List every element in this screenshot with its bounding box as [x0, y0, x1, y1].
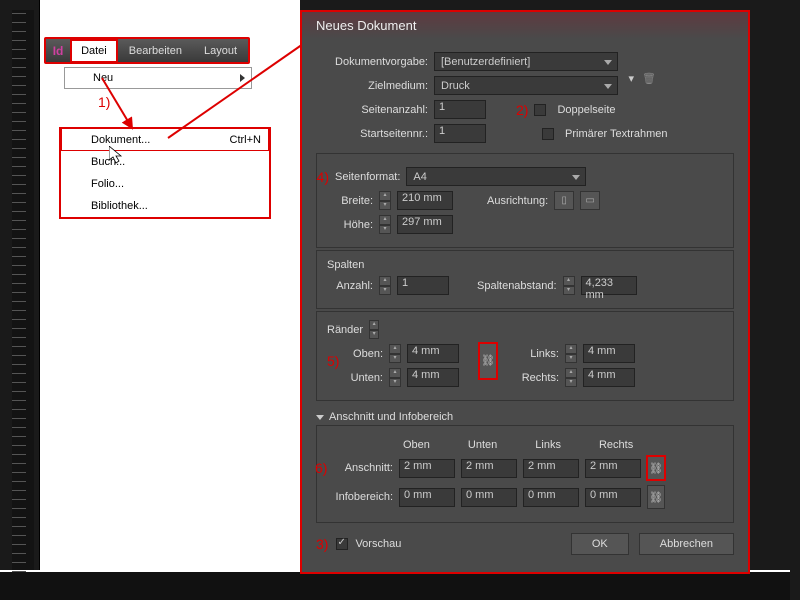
submenu-item-shortcut: Ctrl+N: [230, 134, 261, 146]
slug-top-input[interactable]: 0 mm: [399, 488, 455, 507]
preview-checkbox[interactable]: [336, 538, 348, 550]
width-label: Breite:: [327, 195, 373, 207]
orientation-portrait-icon[interactable]: ▯: [554, 191, 574, 210]
startpage-input[interactable]: 1: [434, 124, 486, 143]
save-preset-icon[interactable]: ▾: [629, 72, 635, 85]
annotation-2: 2): [516, 102, 528, 118]
slug-label: Infobereich:: [327, 491, 393, 503]
submenu-item-label: Buch...: [91, 156, 125, 168]
bleed-left-input[interactable]: 2 mm: [523, 459, 579, 478]
submenu-item-document[interactable]: Dokument... Ctrl+N: [61, 128, 269, 151]
bleed-section-toggle[interactable]: Anschnitt und Infobereich: [316, 411, 734, 423]
annotation-3: 3): [316, 536, 328, 552]
facing-checkbox[interactable]: [534, 104, 546, 116]
margins-section-stepper[interactable]: ▴▾: [369, 320, 379, 339]
margin-left-stepper[interactable]: ▴▾: [565, 344, 577, 363]
menu-edit[interactable]: Bearbeiten: [118, 39, 193, 63]
height-input[interactable]: 297 mm: [397, 215, 453, 234]
col-right: Rechts: [599, 439, 633, 451]
menu-file-new-label: Neu: [93, 72, 113, 84]
margin-right-label: Rechts:: [491, 372, 559, 384]
primary-frame-checkbox[interactable]: [542, 128, 554, 140]
slug-bottom-input[interactable]: 0 mm: [461, 488, 517, 507]
submenu-item-label: Dokument...: [91, 134, 150, 146]
col-left: Links: [535, 439, 561, 451]
intent-dropdown[interactable]: Druck: [434, 76, 618, 95]
submenu-new: Dokument... Ctrl+N Buch... Folio... Bibl…: [59, 127, 271, 219]
cancel-button[interactable]: Abbrechen: [639, 533, 734, 555]
col-top: Oben: [403, 439, 430, 451]
pages-input[interactable]: 1: [434, 100, 486, 119]
margins-section-title: Ränder: [327, 324, 363, 336]
annotation-4: 4): [309, 169, 329, 185]
margins-link-icon[interactable]: ⛓: [479, 343, 497, 379]
margin-right-input[interactable]: 4 mm: [583, 368, 635, 387]
dialog-title-bar: Neues Dokument: [302, 12, 748, 39]
format-label: Seitenformat:: [335, 171, 400, 183]
format-dropdown[interactable]: A4: [406, 167, 586, 186]
gutter-stepper[interactable]: ▴▾: [563, 276, 575, 295]
bleed-right-input[interactable]: 2 mm: [585, 459, 641, 478]
slug-link-icon[interactable]: ⛓: [647, 485, 665, 509]
orientation-label: Ausrichtung:: [487, 195, 548, 207]
height-stepper[interactable]: ▴▾: [379, 215, 391, 234]
height-label: Höhe:: [327, 219, 373, 231]
margin-top-stepper[interactable]: ▴▾: [389, 344, 401, 363]
slug-left-input[interactable]: 0 mm: [523, 488, 579, 507]
slug-right-input[interactable]: 0 mm: [585, 488, 641, 507]
startpage-label: Startseitennr.:: [316, 128, 428, 140]
bleed-link-icon[interactable]: ⛓: [647, 456, 665, 480]
submenu-item-folio[interactable]: Folio...: [61, 173, 269, 195]
menu-file-new[interactable]: Neu: [64, 67, 252, 89]
bleed-top-input[interactable]: 2 mm: [399, 459, 455, 478]
columns-section-title: Spalten: [327, 259, 723, 271]
menu-file[interactable]: Datei: [70, 39, 118, 63]
preview-label: Vorschau: [355, 538, 401, 550]
width-input[interactable]: 210 mm: [397, 191, 453, 210]
submenu-item-label: Bibliothek...: [91, 200, 148, 212]
bleed-label: Anschnitt:: [327, 462, 393, 474]
intent-label: Zielmedium:: [316, 80, 428, 92]
orientation-landscape-icon[interactable]: ▭: [580, 191, 600, 210]
preset-dropdown[interactable]: [Benutzerdefiniert]: [434, 52, 618, 71]
bleed-section-title: Anschnitt und Infobereich: [329, 411, 453, 423]
cols-count-stepper[interactable]: ▴▾: [379, 276, 391, 295]
dialog-title: Neues Dokument: [316, 18, 416, 33]
preset-label: Dokumentvorgabe:: [316, 56, 428, 68]
margin-bottom-input[interactable]: 4 mm: [407, 368, 459, 387]
margin-bottom-stepper[interactable]: ▴▾: [389, 368, 401, 387]
margin-top-input[interactable]: 4 mm: [407, 344, 459, 363]
margin-bottom-label: Unten:: [327, 372, 383, 384]
submenu-item-label: Folio...: [91, 178, 124, 190]
gutter-label: Spaltenabstand:: [477, 280, 557, 292]
annotation-6: 6): [315, 460, 327, 476]
indesign-app-icon: Id: [46, 39, 70, 62]
facing-label: Doppelseite: [557, 104, 615, 116]
primary-frame-label: Primärer Textrahmen: [565, 128, 668, 140]
annotation-1: 1): [98, 94, 110, 110]
menu-layout[interactable]: Layout: [193, 39, 248, 63]
submenu-item-library[interactable]: Bibliothek...: [61, 195, 269, 217]
chevron-down-icon: [316, 415, 324, 420]
annotation-5: 5): [327, 353, 339, 369]
cols-count-input[interactable]: 1: [397, 276, 449, 295]
pages-label: Seitenanzahl:: [316, 104, 428, 116]
margin-left-input[interactable]: 4 mm: [583, 344, 635, 363]
col-bottom: Unten: [468, 439, 497, 451]
margin-left-label: Links:: [491, 348, 559, 360]
menubar: Id Datei Bearbeiten Layout: [44, 37, 250, 64]
new-document-dialog: Neues Dokument Dokumentvorgabe: [Benutze…: [300, 10, 750, 574]
width-stepper[interactable]: ▴▾: [379, 191, 391, 210]
margin-right-stepper[interactable]: ▴▾: [565, 368, 577, 387]
delete-preset-icon[interactable]: 🗑: [642, 72, 656, 85]
cols-count-label: Anzahl:: [327, 280, 373, 292]
bleed-bottom-input[interactable]: 2 mm: [461, 459, 517, 478]
ok-button[interactable]: OK: [571, 533, 629, 555]
submenu-item-book[interactable]: Buch...: [61, 151, 269, 173]
gutter-input[interactable]: 4,233 mm: [581, 276, 637, 295]
